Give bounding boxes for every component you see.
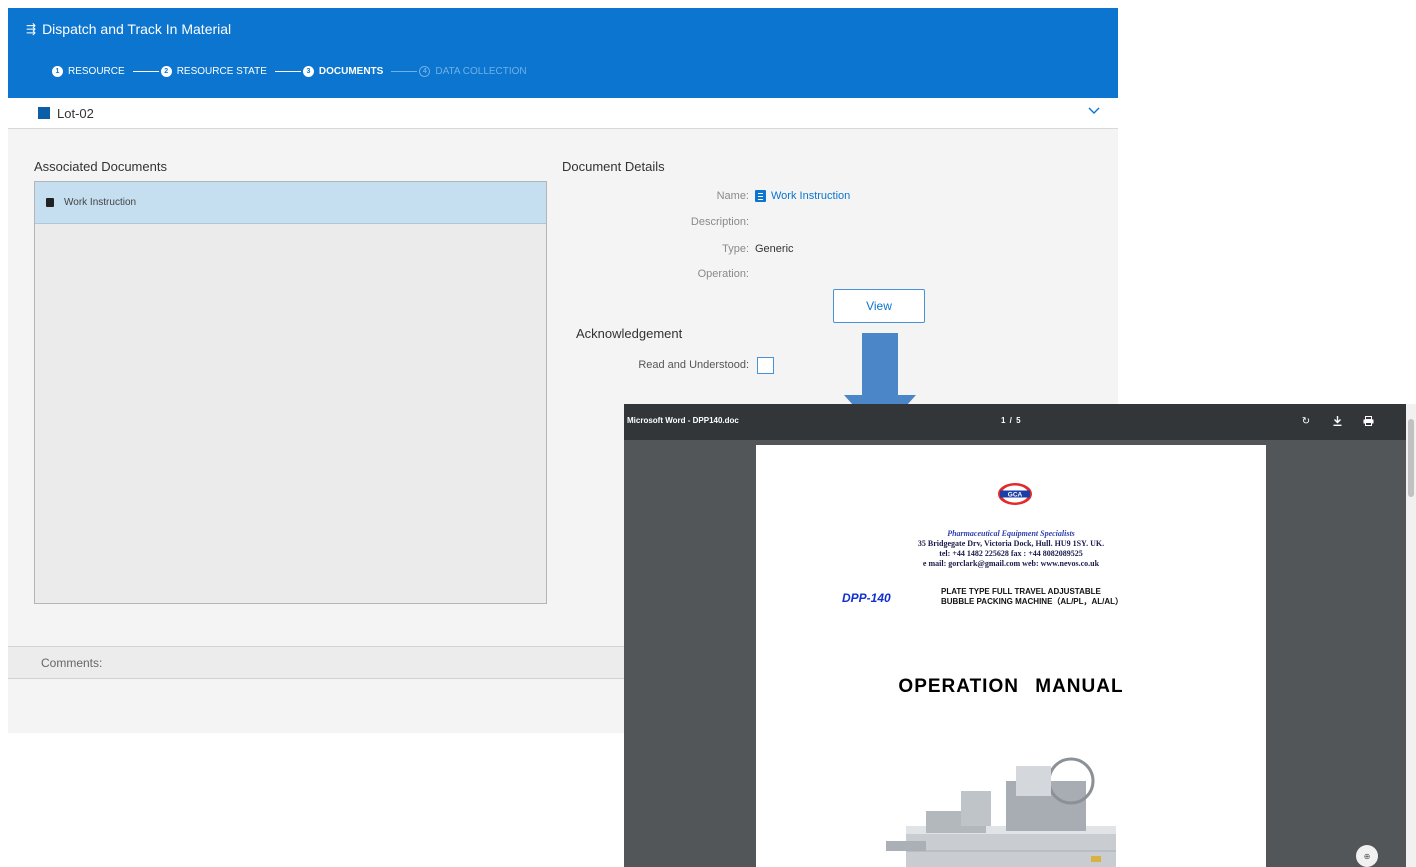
step-resource-state[interactable]: 2 RESOURCE STATE <box>160 66 267 77</box>
step-connector <box>391 71 418 72</box>
fit-page-icon[interactable]: ⊕ <box>1356 845 1378 867</box>
type-label: Type: <box>722 243 749 255</box>
step-connector <box>274 71 301 72</box>
step-connector <box>132 71 159 72</box>
wizard-title: ⇶ Dispatch and Track In Material <box>26 21 231 37</box>
company-info: Pharmaceutical Equipment Specialists 35 … <box>756 529 1266 569</box>
comments-label: Comments: <box>41 655 103 670</box>
wizard-title-text: Dispatch and Track In Material <box>42 21 232 37</box>
pdf-scroll-thumb[interactable] <box>1408 419 1414 497</box>
step-number: 1 <box>52 66 63 77</box>
name-label: Name: <box>716 190 749 202</box>
operation-label: Operation: <box>697 268 749 280</box>
gca-logo: GCA <box>998 483 1032 505</box>
lot-square-icon <box>38 107 50 119</box>
associated-documents-heading: Associated Documents <box>34 159 167 174</box>
type-value: Generic <box>755 243 794 255</box>
pdf-page-indicator: 1 / 5 <box>1001 416 1022 425</box>
step-label: DOCUMENTS <box>318 66 384 77</box>
detail-type-row: Type: Generic <box>562 241 1122 257</box>
name-value-link[interactable]: Work Instruction <box>755 190 850 202</box>
dispatch-icon: ⇶ <box>26 22 37 36</box>
step-documents[interactable]: 3 DOCUMENTS <box>302 66 384 77</box>
detail-name-row: Name: Work Instruction <box>562 188 1122 204</box>
rotate-icon[interactable]: ↻ <box>1299 414 1313 428</box>
step-label: RESOURCE <box>68 66 125 77</box>
associated-documents-list[interactable]: Work Instruction <box>34 181 547 604</box>
wizard-header: ⇶ Dispatch and Track In Material 1 RESOU… <box>8 8 1118 98</box>
name-value: Work Instruction <box>771 190 851 202</box>
machine-line-2: BUBBLE PACKING MACHINE（AL/PL，AL/AL） <box>941 597 1124 606</box>
machine-description: PLATE TYPE FULL TRAVEL ADJUSTABLE BUBBLE… <box>941 587 1123 607</box>
step-label: RESOURCE STATE <box>176 66 267 77</box>
description-label: Description: <box>690 216 749 228</box>
step-label: DATA COLLECTION <box>435 66 527 77</box>
pdf-filename: Microsoft Word - DPP140.doc <box>627 416 739 425</box>
acknowledgement-row: Read and Understood: <box>562 356 802 374</box>
pdf-toolbar: Microsoft Word - DPP140.doc 1 / 5 ↻ <box>624 404 1416 440</box>
step-data-collection[interactable]: 4 DATA COLLECTION <box>419 66 527 77</box>
work-instruction-icon <box>755 190 766 202</box>
company-phone: tel: +44 1482 225628 fax : +44 808208952… <box>939 549 1083 558</box>
list-item-label: Work Instruction <box>64 197 137 208</box>
pdf-page: GCA Pharmaceutical Equipment Specialists… <box>756 445 1266 867</box>
machine-photo <box>886 757 1116 867</box>
detail-description-row: Description: <box>562 214 1122 230</box>
print-icon[interactable] <box>1361 414 1375 428</box>
step-number: 4 <box>419 66 431 77</box>
read-understood-label: Read and Understood: <box>638 359 749 371</box>
pdf-viewer: Microsoft Word - DPP140.doc 1 / 5 ↻ GCA … <box>624 404 1416 867</box>
document-icon <box>46 198 54 207</box>
machine-line-1: PLATE TYPE FULL TRAVEL ADJUSTABLE <box>941 587 1101 596</box>
chevron-down-icon[interactable] <box>1088 107 1100 114</box>
step-number: 3 <box>302 66 314 77</box>
view-button[interactable]: View <box>833 289 925 323</box>
model-number: DPP-140 <box>842 591 891 605</box>
download-icon[interactable] <box>1330 414 1344 428</box>
wizard-steps: 1 RESOURCE 2 RESOURCE STATE 3 DOCUMENTS … <box>52 66 527 77</box>
step-number: 2 <box>160 66 172 77</box>
gca-logo-text: GCA <box>1008 491 1023 498</box>
document-details-heading: Document Details <box>562 159 665 174</box>
company-address: 35 Bridgegate Drv, Victoria Dock, Hull. … <box>917 539 1105 548</box>
read-understood-checkbox[interactable] <box>757 356 774 374</box>
pdf-scrollbar[interactable] <box>1406 404 1416 867</box>
acknowledgement-heading: Acknowledgement <box>576 326 683 341</box>
lot-selector[interactable]: Lot-02 <box>8 98 1118 129</box>
company-tagline: Pharmaceutical Equipment Specialists <box>947 529 1075 538</box>
detail-operation-row: Operation: <box>562 266 1122 282</box>
manual-title: OPERATION MANUAL <box>898 676 1124 697</box>
lot-label: Lot-02 <box>57 105 94 121</box>
list-item-work-instruction[interactable]: Work Instruction <box>35 182 546 224</box>
company-email: e mail: gorclark@gmail.com web: www.nevo… <box>922 559 1100 568</box>
step-resource[interactable]: 1 RESOURCE <box>52 66 125 77</box>
